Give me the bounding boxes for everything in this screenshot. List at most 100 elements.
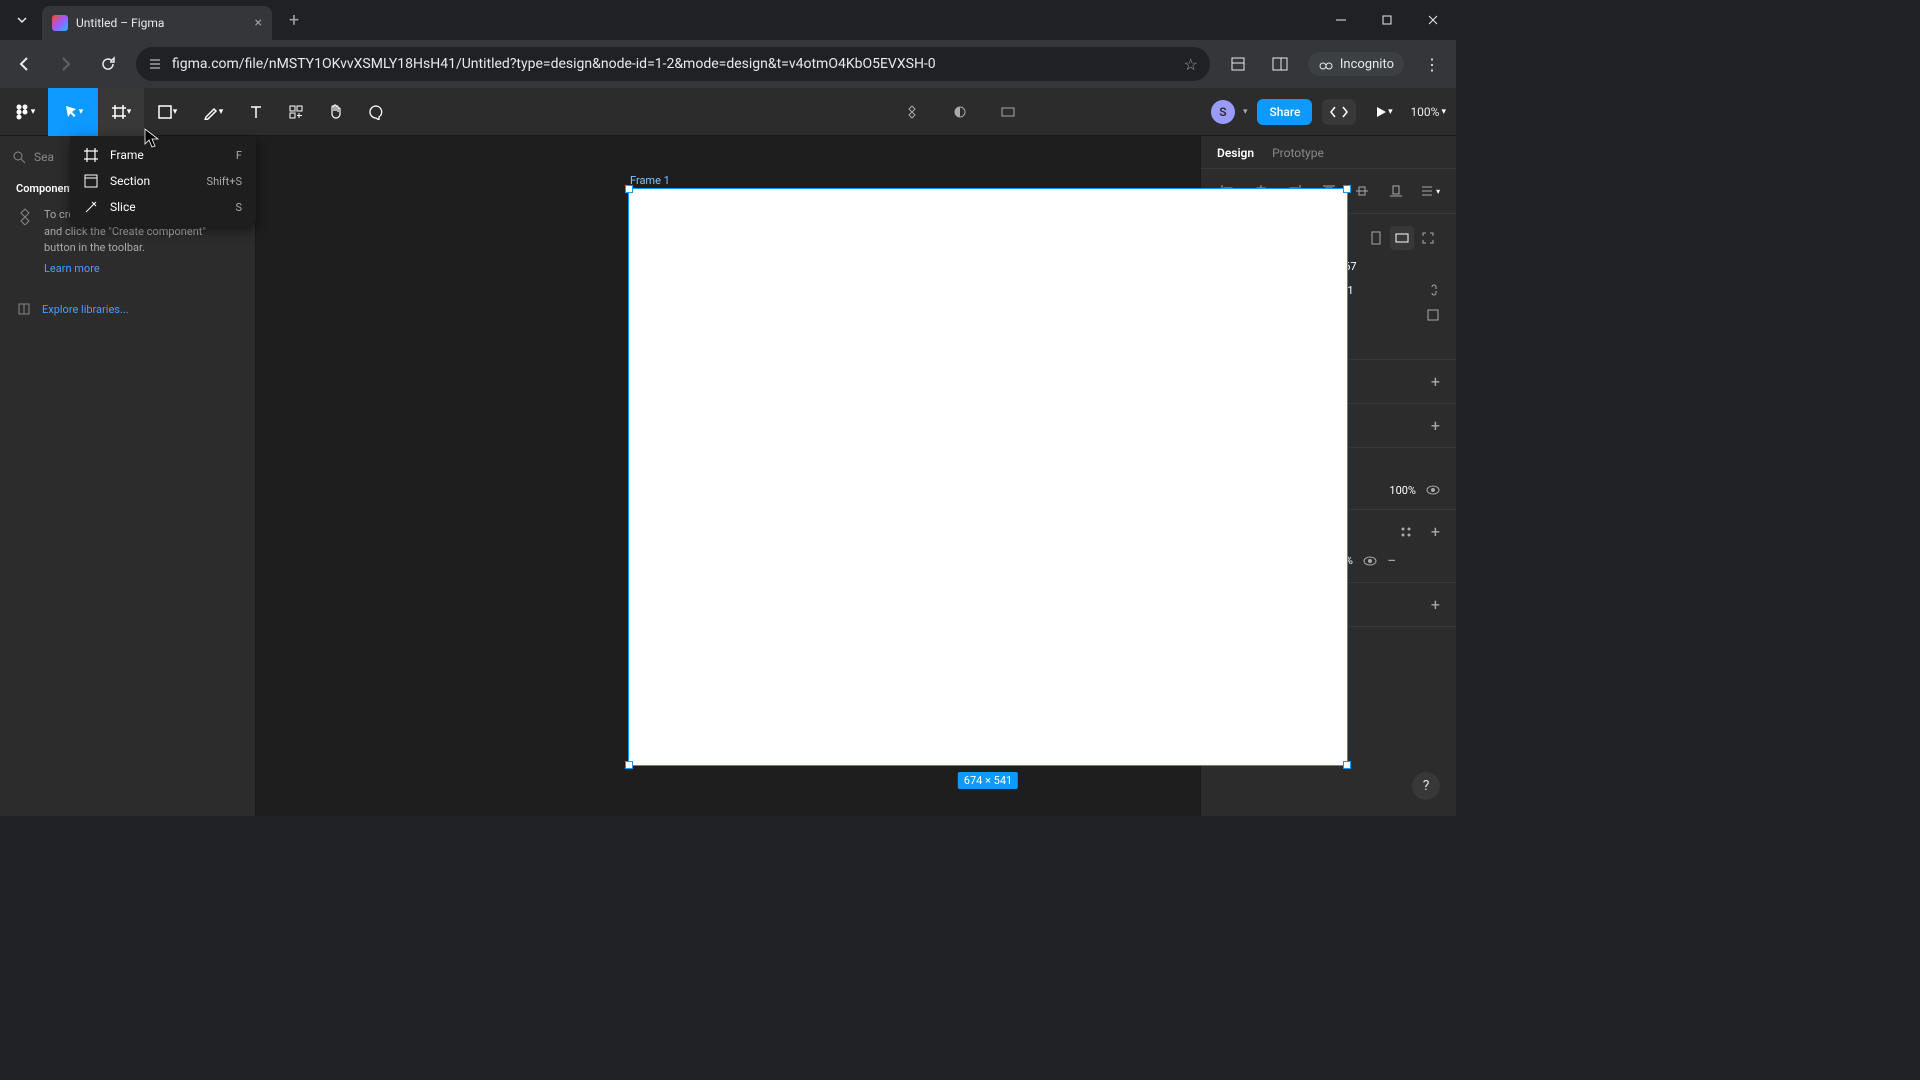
browser-tab[interactable]: Untitled – Figma × <box>42 6 272 40</box>
url-text: figma.com/file/nMSTY1OKvvXSMLY18HsH41/Un… <box>172 56 1174 72</box>
tab-title: Untitled – Figma <box>76 16 247 30</box>
figma-favicon <box>52 15 68 31</box>
back-button[interactable] <box>10 50 38 78</box>
user-avatar[interactable]: S <box>1211 100 1235 124</box>
frame-1[interactable]: 674 × 541 <box>628 188 1348 766</box>
frame-icon <box>84 148 98 162</box>
resize-handle[interactable] <box>625 185 633 193</box>
rectangle-icon <box>157 104 173 120</box>
dimension-badge: 674 × 541 <box>958 772 1018 789</box>
extensions-icon[interactable] <box>1224 50 1252 78</box>
resize-handle[interactable] <box>625 761 633 769</box>
dropdown-item-frame[interactable]: Frame F <box>70 142 256 168</box>
zoom-value: 100% <box>1410 105 1439 119</box>
chevron-down-icon[interactable]: ▾ <box>1243 107 1248 117</box>
align-bottom-icon[interactable] <box>1382 179 1410 203</box>
mask-icon[interactable] <box>946 88 974 136</box>
canvas[interactable]: Frame 1 674 × 541 <box>256 136 1200 816</box>
search-input[interactable]: Sea <box>34 150 54 164</box>
learn-more-link[interactable]: Learn more <box>44 261 239 278</box>
incognito-label: Incognito <box>1340 57 1394 72</box>
section-icon <box>84 174 98 188</box>
tab-search-dropdown[interactable] <box>8 6 36 34</box>
shape-tool-button[interactable]: ▾ <box>144 88 190 136</box>
close-window-button[interactable] <box>1410 0 1456 40</box>
incognito-icon <box>1318 56 1334 72</box>
independent-corners-icon[interactable] <box>1426 308 1440 322</box>
chevron-down-icon: ▾ <box>173 107 178 117</box>
dropdown-label: Slice <box>110 200 223 214</box>
distribute-icon[interactable]: ▾ <box>1416 179 1444 203</box>
text-icon <box>248 104 264 120</box>
url-field[interactable]: figma.com/file/nMSTY1OKvvXSMLY18HsH41/Un… <box>136 47 1210 81</box>
hand-icon <box>327 103 345 121</box>
pen-tool-button[interactable]: ▾ <box>190 88 236 136</box>
forward-button[interactable] <box>52 50 80 78</box>
dropdown-label: Frame <box>110 148 224 162</box>
search-icon[interactable] <box>12 150 26 164</box>
dropdown-item-section[interactable]: Section Shift+S <box>70 168 256 194</box>
present-button[interactable]: ▾ <box>1366 88 1400 136</box>
figma-logo-icon <box>13 103 31 121</box>
resize-fit-button[interactable] <box>1416 226 1440 250</box>
explore-libraries-link[interactable]: Explore libraries... <box>42 303 129 316</box>
reload-button[interactable] <box>94 50 122 78</box>
landscape-button[interactable] <box>1390 226 1414 250</box>
dropdown-item-slice[interactable]: Slice S <box>70 194 256 220</box>
remove-fill-button[interactable]: − <box>1387 551 1396 570</box>
chrome-menu-icon[interactable]: ⋮ <box>1418 50 1446 78</box>
add-fill-button[interactable]: + <box>1431 522 1440 541</box>
tab-prototype[interactable]: Prototype <box>1272 146 1324 160</box>
dev-handoff-icon[interactable] <box>994 88 1022 136</box>
pen-icon <box>203 104 219 120</box>
comment-tool-button[interactable] <box>356 88 396 136</box>
bookmark-icon[interactable]: ☆ <box>1184 55 1198 74</box>
component-icon[interactable] <box>898 88 926 136</box>
resources-icon <box>288 104 304 120</box>
incognito-badge[interactable]: Incognito <box>1308 52 1404 76</box>
frame-name-label[interactable]: Frame 1 <box>630 174 670 187</box>
slice-icon <box>84 200 98 214</box>
resize-handle[interactable] <box>1343 761 1351 769</box>
frame-tool-dropdown: Frame F Section Shift+S Slice S <box>70 136 256 226</box>
site-settings-icon[interactable] <box>148 57 162 71</box>
minimize-button[interactable] <box>1318 0 1364 40</box>
help-button[interactable]: ? <box>1412 772 1440 800</box>
new-tab-button[interactable]: + <box>280 6 308 34</box>
chevron-down-icon: ▾ <box>219 107 224 117</box>
main-menu-button[interactable]: ▾ <box>0 88 48 136</box>
add-layout-grid-button[interactable]: + <box>1431 416 1440 435</box>
close-tab-icon[interactable]: × <box>255 15 262 31</box>
visibility-icon[interactable] <box>1426 483 1440 497</box>
window-controls <box>1318 0 1456 40</box>
portrait-button[interactable] <box>1364 226 1388 250</box>
fill-styles-icon[interactable] <box>1399 525 1413 539</box>
zoom-control[interactable]: 100% ▾ <box>1410 105 1446 119</box>
resources-button[interactable] <box>276 88 316 136</box>
share-button[interactable]: Share <box>1257 99 1312 125</box>
chevron-down-icon: ▾ <box>1441 107 1446 117</box>
cursor-icon <box>63 104 79 120</box>
chevron-down-icon: ▾ <box>127 107 132 117</box>
dev-mode-button[interactable] <box>1322 99 1356 125</box>
browser-tab-bar: Untitled – Figma × + <box>0 0 1456 40</box>
maximize-button[interactable] <box>1364 0 1410 40</box>
add-stroke-button[interactable]: + <box>1431 595 1440 614</box>
frame-tool-button[interactable]: ▾ <box>98 88 144 136</box>
tab-design[interactable]: Design <box>1217 146 1254 160</box>
dropdown-shortcut: F <box>236 149 242 162</box>
side-panel-icon[interactable] <box>1266 50 1294 78</box>
visibility-icon[interactable] <box>1363 554 1377 568</box>
layer-opacity-input[interactable] <box>1376 484 1416 497</box>
text-tool-button[interactable] <box>236 88 276 136</box>
hand-tool-button[interactable] <box>316 88 356 136</box>
resize-handle[interactable] <box>1343 185 1351 193</box>
chevron-down-icon: ▾ <box>1388 107 1393 117</box>
align-vcenter-icon[interactable] <box>1348 179 1376 203</box>
chevron-down-icon: ▾ <box>31 107 36 117</box>
add-auto-layout-button[interactable]: + <box>1431 372 1440 391</box>
link-dimensions-icon[interactable] <box>1428 283 1440 297</box>
book-icon <box>16 301 32 317</box>
move-tool-button[interactable]: ▾ <box>48 88 98 136</box>
dropdown-shortcut: S <box>235 201 242 214</box>
